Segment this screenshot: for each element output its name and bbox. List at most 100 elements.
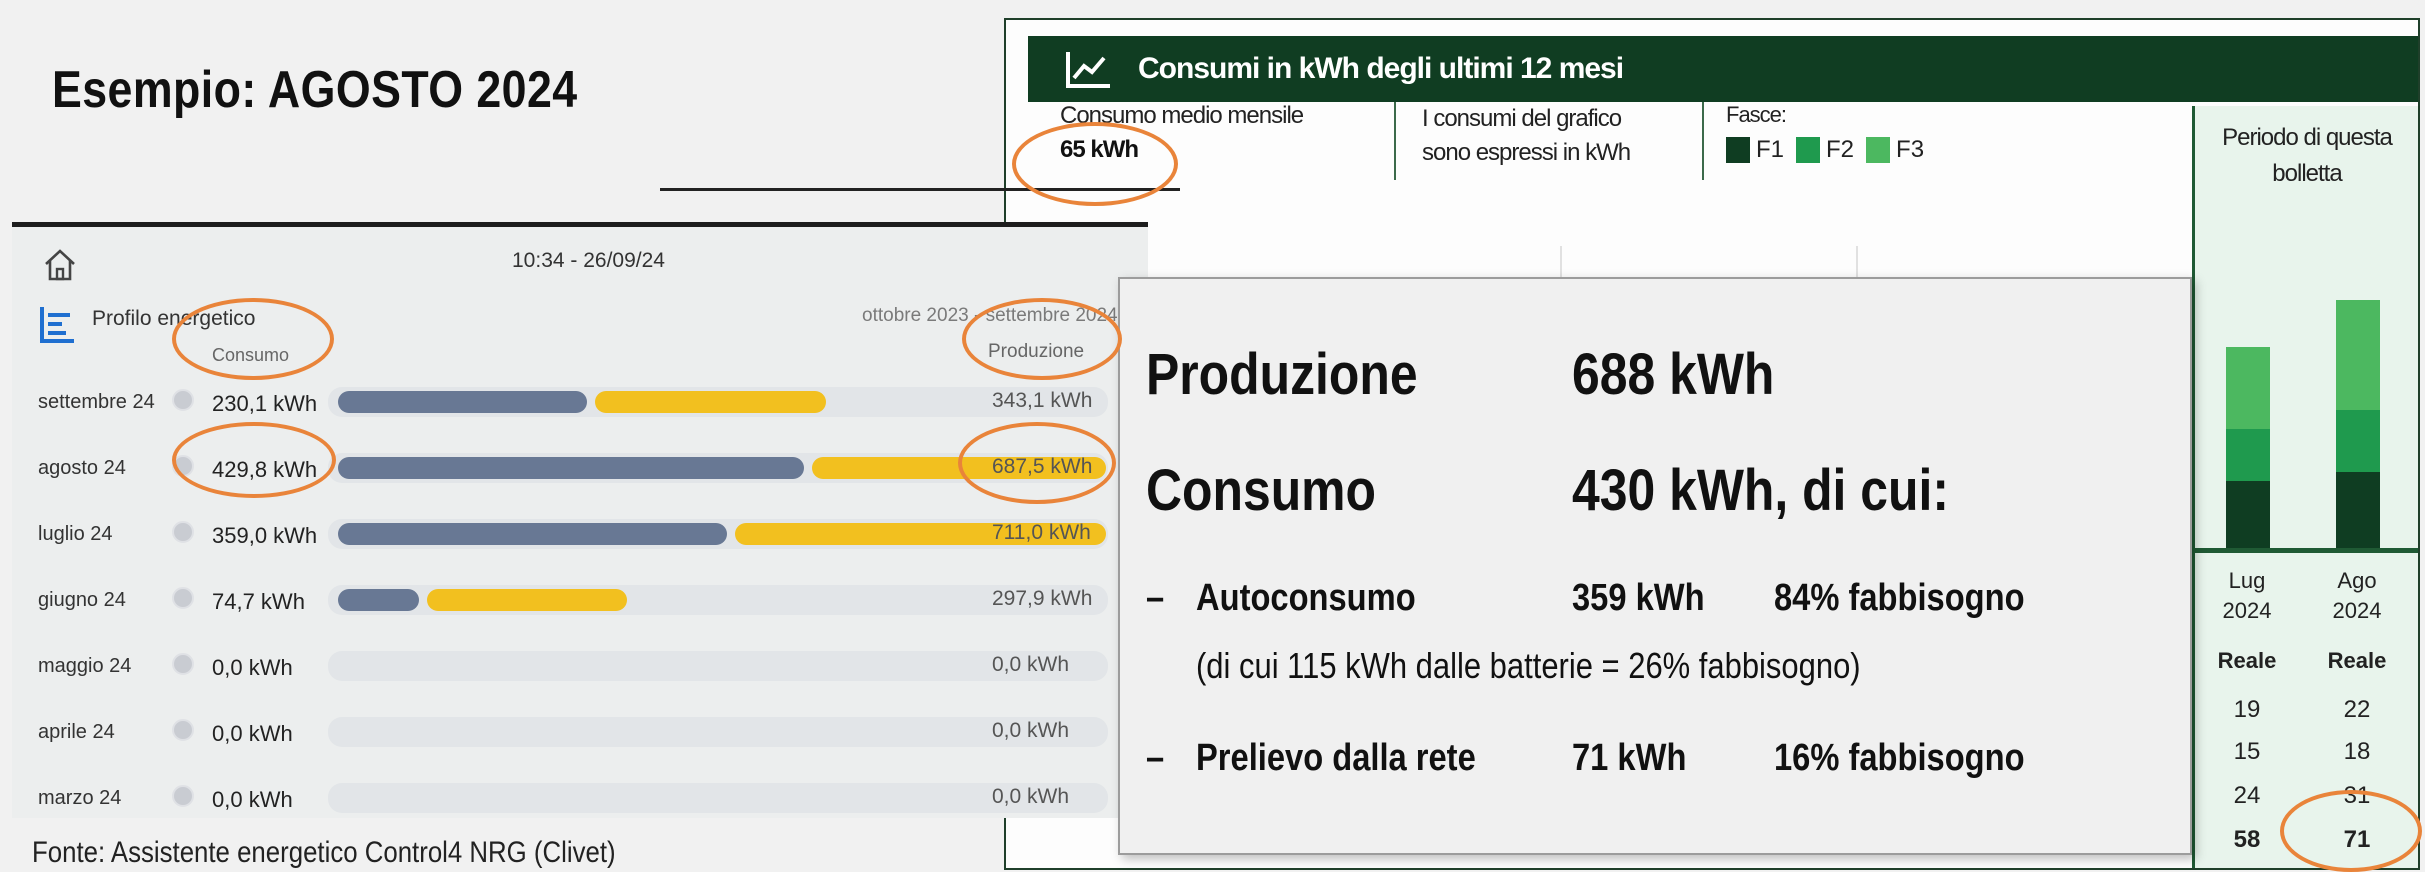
highlight-production-header [962,298,1122,380]
month-label: giugno 24 [38,589,126,611]
highlight-august-consumption [172,422,336,498]
highlight-consumption-header [172,298,334,380]
f1-ago: 22 [2343,696,2371,723]
refresh-icon [172,587,194,609]
month-year: 2024 [2332,598,2382,623]
month-year: 2024 [2222,598,2272,623]
production-bar [595,391,826,413]
month-label-lug: Lug 2024 [2202,566,2292,626]
unit-note: I consumi del grafico sono espressi in k… [1422,102,1631,170]
month-label: agosto 24 [38,457,126,479]
consumption-value: 74,7 kWh [212,589,305,614]
highlight-august-total [2280,790,2422,872]
unit-note-line-1: I consumi del grafico [1422,105,1622,132]
list-item[interactable]: maggio 240,0 kWh0,0 kWh› [12,649,1148,689]
bullet-dash: – [1146,577,1165,619]
consumption-bar [338,457,804,479]
bar-track [328,717,1108,747]
divider [1702,102,1704,180]
fasce-label: Fasce: [1726,102,1787,127]
bar-f1 [2226,481,2270,549]
month-label: settembre 24 [38,391,155,413]
bar-lug-2024 [2226,347,2270,549]
slide-title: Esempio: AGOSTO 2024 [52,61,578,119]
clock: 10:34 - 26/09/24 [512,249,665,272]
bill-header: Consumi in kWh degli ultimi 12 mesi [1028,36,2418,102]
production-value: 0,0 kWh [992,785,1070,808]
tablet-screenshot: 10:34 - 26/09/24 Profilo energetico otto… [12,222,1148,818]
month-label-ago: Ago 2024 [2312,566,2402,626]
grid-withdrawal-value: 71 kWh [1572,737,1687,779]
consumption-bar [338,523,727,545]
self-consumption-label: Autoconsumo [1196,577,1416,619]
bullet-dash: – [1146,737,1165,779]
list-item[interactable]: aprile 240,0 kWh0,0 kWh› [12,715,1148,755]
f3-label: F3 [1896,136,1925,163]
period-line-1: Periodo di questa [2222,124,2393,151]
month-name: Lug [2228,568,2266,593]
refresh-icon [172,521,194,543]
unit-note-line-2: sono espressi in kWh [1422,139,1631,166]
production-value: 688 kWh [1572,342,1775,407]
f1-lug: 19 [2233,696,2261,723]
current-period-label: Periodo di questa bolletta [2192,120,2418,192]
axis-line [2192,548,2418,553]
status-ago: Reale [2327,648,2387,673]
f2-ago: 18 [2343,738,2371,765]
f2-label: F2 [1826,136,1855,163]
production-value: 0,0 kWh [992,653,1070,676]
summary-box: Produzione 688 kWh Consumo 430 kWh, di c… [1118,277,2192,855]
production-value: 343,1 kWh [992,389,1093,412]
month-label: maggio 24 [38,655,132,677]
battery-note: (di cui 115 kWh dalle batterie = 26% fab… [1196,645,1861,686]
home-icon[interactable] [42,247,78,283]
highlight-average [1012,122,1178,206]
bar-f2 [2226,429,2270,481]
consumption-value: 430 kWh, di cui: [1572,458,1949,523]
production-value: 297,9 kWh [992,587,1093,610]
f2-lug: 15 [2233,738,2261,765]
self-consumption-percent: 84% fabbisogno [1774,577,2025,619]
bar-f3 [2226,347,2270,429]
month-label: marzo 24 [38,787,122,809]
bar-ago-2024 [2336,300,2380,548]
list-item[interactable]: marzo 240,0 kWh0,0 kWh› [12,781,1148,818]
highlight-august-production [958,422,1116,504]
refresh-icon [172,389,194,411]
status-lug: Reale [2217,648,2277,673]
list-item[interactable]: giugno 2474,7 kWh297,9 kWh› [12,583,1148,623]
period-line-2: bolletta [2272,160,2342,187]
production-value: 0,0 kWh [992,719,1070,742]
consumption-value: 0,0 kWh [212,787,293,812]
line-chart-icon [1066,52,1110,88]
bar-f1 [2336,472,2380,548]
consumption-value: 359,0 kWh [212,523,318,548]
grid-withdrawal-label: Prelievo dalla rete [1196,737,1476,779]
consumption-bar [338,589,419,611]
consumption-value: 0,0 kWh [212,655,293,680]
energy-profile-icon [40,307,74,343]
f3-lug: 24 [2233,782,2261,809]
bar-track [328,783,1108,813]
month-label: luglio 24 [38,523,113,545]
production-value: 711,0 kWh [992,521,1091,544]
bill-chart-title: Consumi in kWh degli ultimi 12 mesi [1138,52,1624,85]
bar-f2 [2336,410,2380,472]
consumption-bar [338,391,588,413]
grid-withdrawal-percent: 16% fabbisogno [1774,737,2025,779]
consumption-value: 0,0 kWh [212,721,293,746]
consumption-value: 230,1 kWh [212,391,318,416]
self-consumption-value: 359 kWh [1572,577,1705,619]
bar-track [328,651,1108,681]
production-bar [426,589,627,611]
production-label: Produzione [1146,342,1418,407]
total-lug: 58 [2233,826,2261,853]
month-label: aprile 24 [38,721,115,743]
f1-swatch [1726,137,1750,163]
bar-f3 [2336,300,2380,410]
refresh-icon [172,719,194,741]
consumption-label: Consumo [1146,458,1376,523]
list-item[interactable]: settembre 24230,1 kWh343,1 kWh› [12,385,1148,425]
f3-swatch [1866,137,1891,163]
list-item[interactable]: luglio 24359,0 kWh711,0 kWh› [12,517,1148,557]
